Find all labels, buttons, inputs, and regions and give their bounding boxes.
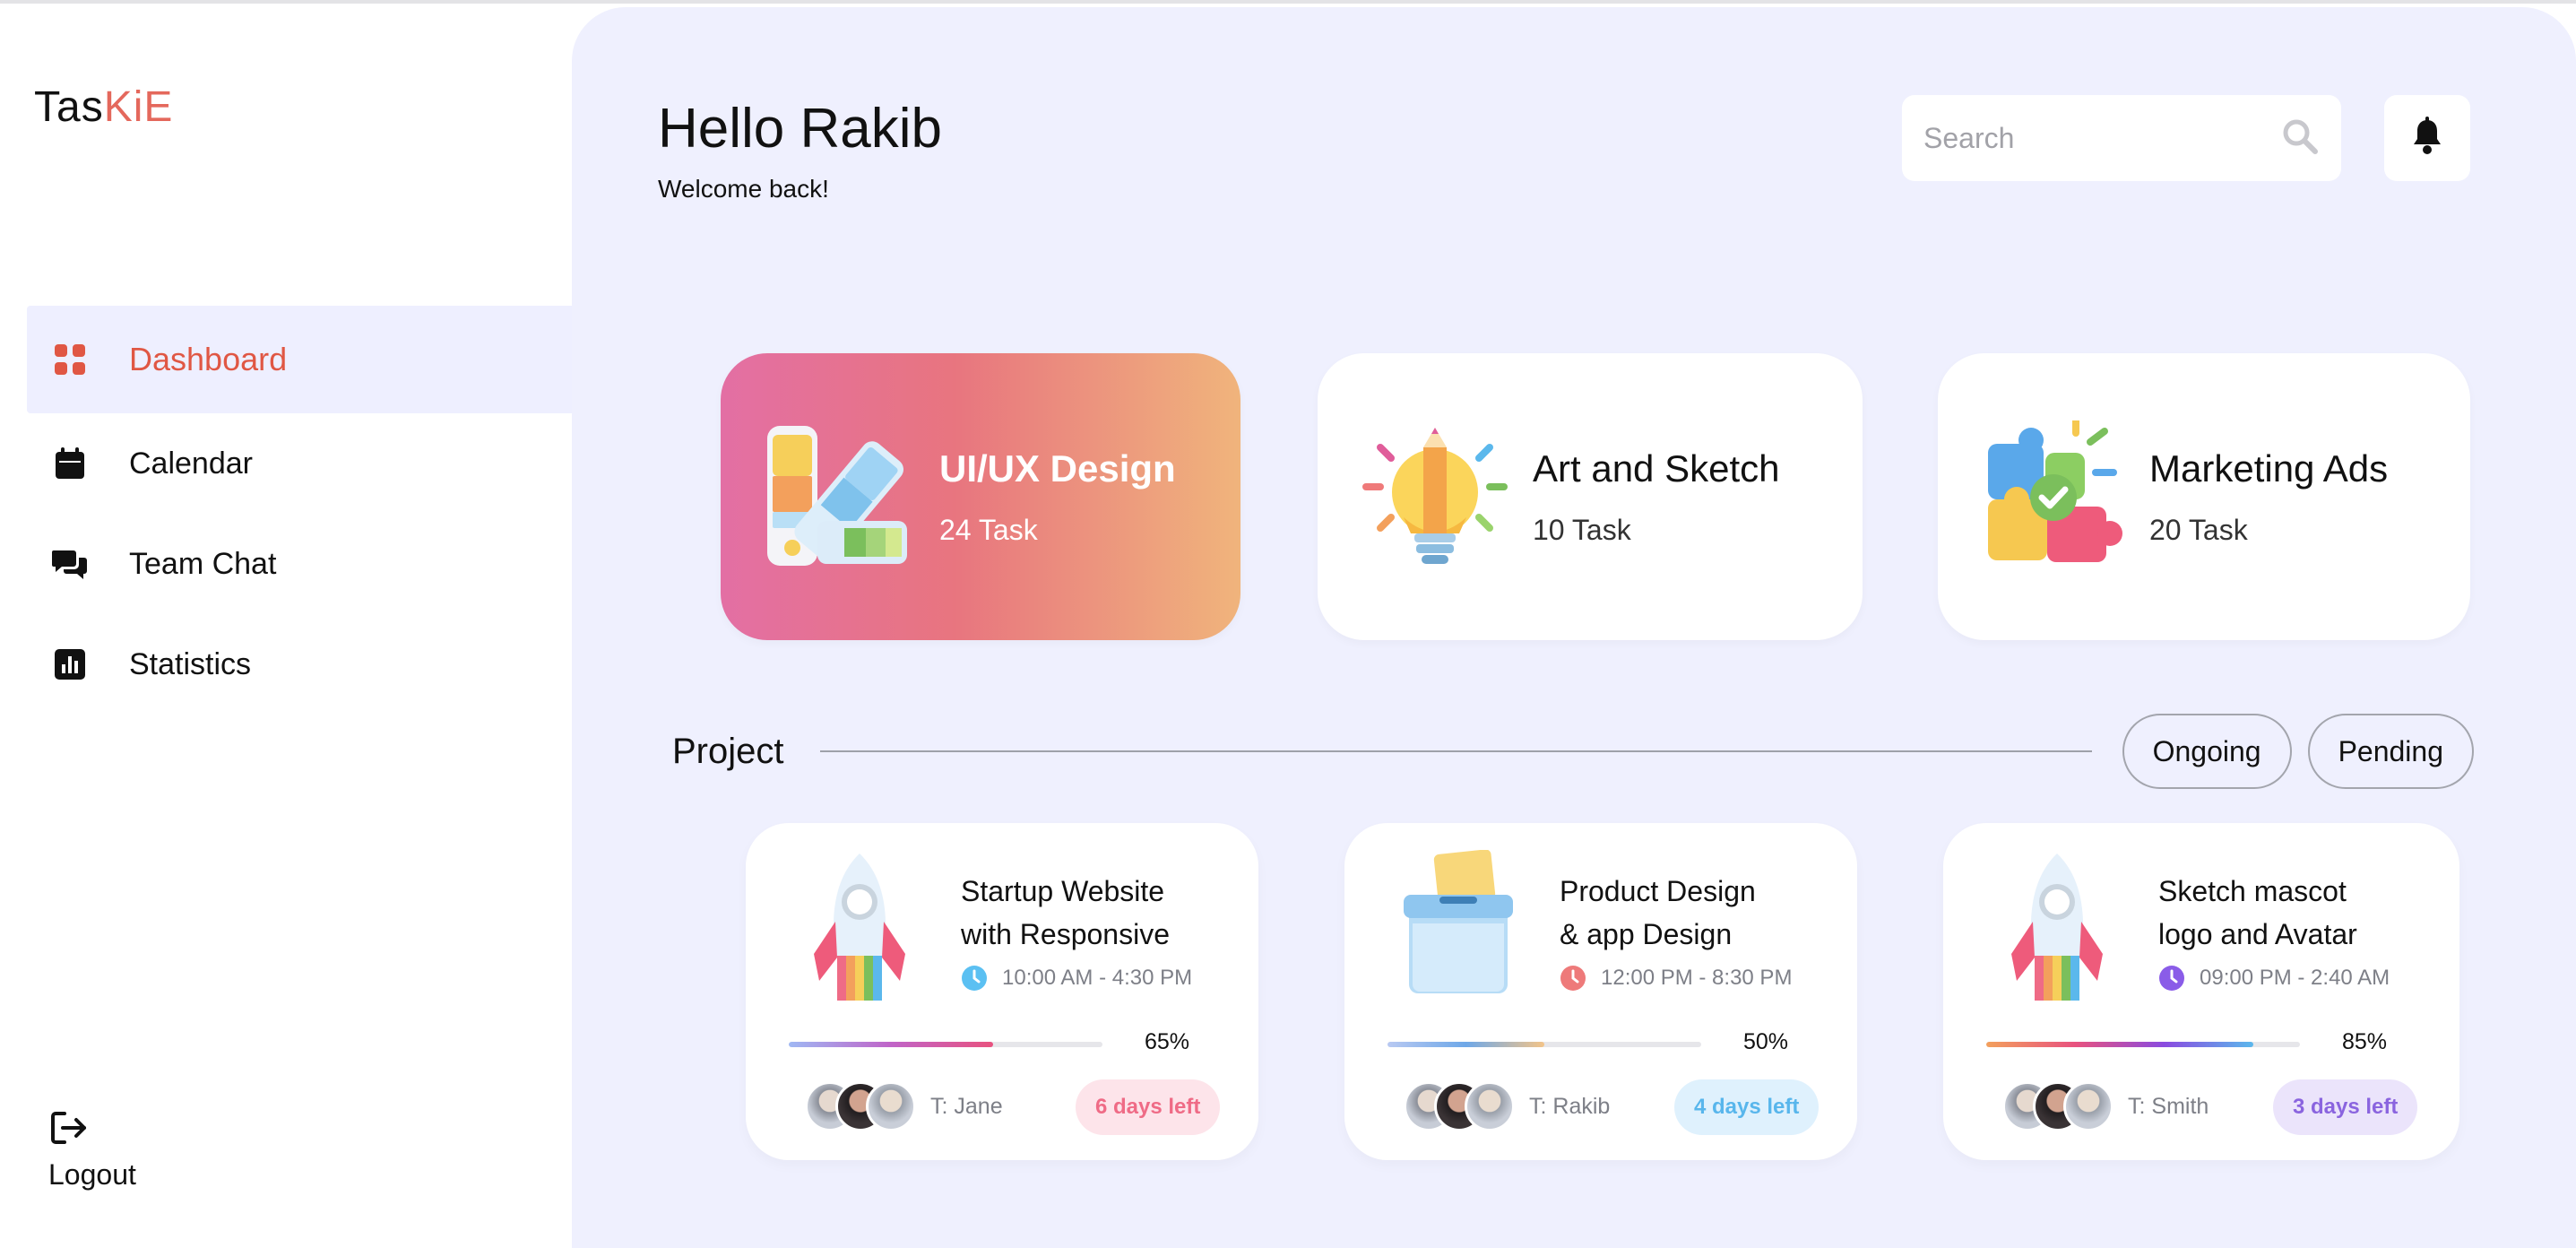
progress-fill: [1986, 1042, 2253, 1047]
project-section-header: Project Ongoing Pending: [672, 714, 2474, 789]
project-card[interactable]: Startup Website with Responsive 10:00 AM…: [746, 823, 1258, 1160]
category-text: Art and Sketch 10 Task: [1533, 447, 1779, 547]
logout-icon: [48, 1108, 90, 1149]
app-window: TasKiE Dashboard Calendar Team Chat Stat…: [0, 0, 2576, 1248]
progress-bar: [1986, 1042, 2300, 1047]
calendar-icon: [52, 446, 88, 481]
filter-ongoing-button[interactable]: Ongoing: [2122, 714, 2292, 789]
progress-bar: [789, 1042, 1102, 1047]
avatar: [866, 1081, 916, 1131]
search-input[interactable]: [1923, 121, 2264, 155]
grid-icon: [52, 342, 88, 377]
due-badge: 6 days left: [1076, 1079, 1221, 1135]
project-title-line: Product Design: [1560, 875, 1756, 907]
puzzle-icon: [1977, 417, 2130, 573]
logout-label: Logout: [48, 1158, 136, 1191]
sidebar-item-statistics[interactable]: Statistics: [27, 614, 574, 715]
progress-label: 50%: [1743, 1029, 1789, 1054]
rocket-icon: [1999, 850, 2115, 1002]
project-card[interactable]: Product Design & app Design 12:00 PM - 8…: [1344, 823, 1857, 1160]
sidebar-item-label: Team Chat: [129, 546, 277, 581]
clock-icon: [962, 966, 987, 991]
search-box[interactable]: [1902, 95, 2341, 181]
progress-label: 65%: [1145, 1029, 1190, 1054]
main-content: Hello Rakib Welcome back! Search UI/UX D…: [572, 7, 2576, 1248]
sidebar-item-calendar[interactable]: Calendar: [27, 413, 574, 514]
sidebar-item-label: Calendar: [129, 446, 253, 481]
sidebar-item-dashboard[interactable]: Dashboard: [27, 306, 574, 413]
avatar: [1465, 1081, 1515, 1131]
category-text: Marketing Ads 20 Task: [2149, 447, 2388, 547]
category-card-uiux[interactable]: UI/UX Design 24 Task: [721, 353, 1240, 640]
notification-button[interactable]: [2384, 95, 2470, 181]
project-title-line: & app Design: [1560, 918, 1733, 950]
project-title: Sketch mascot logo and Avatar: [2158, 870, 2427, 956]
clock-icon: [2159, 966, 2184, 991]
sidebar-item-team-chat[interactable]: Team Chat: [27, 514, 574, 614]
progress-bar: [1387, 1042, 1701, 1047]
category-text: UI/UX Design 24 Task: [939, 447, 1176, 547]
section-title: Project: [672, 731, 784, 771]
app-logo[interactable]: TasKiE: [34, 82, 173, 132]
box-icon: [1400, 849, 1517, 1002]
team-avatars[interactable]: [805, 1081, 916, 1131]
category-title: UI/UX Design: [939, 446, 1176, 490]
project-title-line: logo and Avatar: [2158, 918, 2357, 950]
team-label: T: Smith: [2128, 1094, 2209, 1119]
project-title: Startup Website with Responsive: [961, 870, 1230, 956]
sidebar: TasKiE Dashboard Calendar Team Chat Stat…: [0, 4, 574, 1248]
category-count: 10 Task: [1533, 513, 1631, 546]
progress-fill: [789, 1042, 993, 1047]
project-title: Product Design & app Design: [1560, 870, 1828, 956]
progress-fill: [1387, 1042, 1544, 1047]
category-count: 20 Task: [2149, 513, 2248, 546]
bell-icon: [2409, 116, 2445, 160]
project-time: 12:00 PM - 8:30 PM: [1560, 965, 1792, 992]
logo-text-part1: Tas: [34, 83, 104, 131]
color-swatch-icon: [760, 420, 912, 573]
page-subtitle: Welcome back!: [658, 175, 829, 203]
project-title-line: with Responsive: [961, 918, 1170, 950]
sidebar-item-label: Statistics: [129, 646, 252, 681]
team-label: T: Jane: [930, 1094, 1003, 1119]
page-title: Hello Rakib: [658, 98, 943, 160]
team-label: T: Rakib: [1529, 1094, 1611, 1119]
project-time-text: 12:00 PM - 8:30 PM: [1601, 966, 1793, 990]
greeting-block: Hello Rakib Welcome back!: [658, 97, 942, 204]
sidebar-nav: Dashboard Calendar Team Chat Statistics: [27, 306, 574, 715]
chat-icon: [52, 546, 88, 582]
category-title: Art and Sketch: [1533, 446, 1780, 490]
logout-button[interactable]: Logout: [48, 1108, 136, 1192]
progress-label: 85%: [2342, 1029, 2388, 1054]
project-time-text: 09:00 PM - 2:40 AM: [2200, 966, 2390, 990]
clock-icon: [1560, 966, 1586, 991]
logo-text-part2: KiE: [103, 83, 174, 131]
category-card-marketing[interactable]: Marketing Ads 20 Task: [1938, 353, 2470, 640]
chart-icon: [52, 646, 88, 682]
project-time: 10:00 AM - 4:30 PM: [961, 965, 1192, 992]
category-title: Marketing Ads: [2149, 446, 2389, 490]
team-avatars[interactable]: [1404, 1081, 1515, 1131]
rocket-icon: [801, 850, 918, 1002]
project-title-line: Sketch mascot: [2158, 875, 2347, 907]
category-card-art[interactable]: Art and Sketch 10 Task: [1318, 353, 1863, 640]
divider: [819, 750, 2092, 752]
project-card[interactable]: Sketch mascot logo and Avatar 09:00 PM -…: [1943, 823, 2459, 1160]
project-time-text: 10:00 AM - 4:30 PM: [1002, 966, 1193, 990]
due-badge: 4 days left: [1674, 1079, 1820, 1135]
search-icon[interactable]: [2280, 117, 2320, 160]
sidebar-item-label: Dashboard: [129, 341, 288, 377]
filter-pending-button[interactable]: Pending: [2307, 714, 2474, 789]
project-time: 09:00 PM - 2:40 AM: [2158, 965, 2390, 992]
avatar: [2063, 1081, 2114, 1131]
project-title-line: Startup Website: [961, 875, 1165, 907]
lightbulb-pencil-icon: [1359, 420, 1511, 573]
due-badge: 3 days left: [2273, 1079, 2418, 1135]
category-count: 24 Task: [939, 513, 1038, 546]
team-avatars[interactable]: [2002, 1081, 2114, 1131]
